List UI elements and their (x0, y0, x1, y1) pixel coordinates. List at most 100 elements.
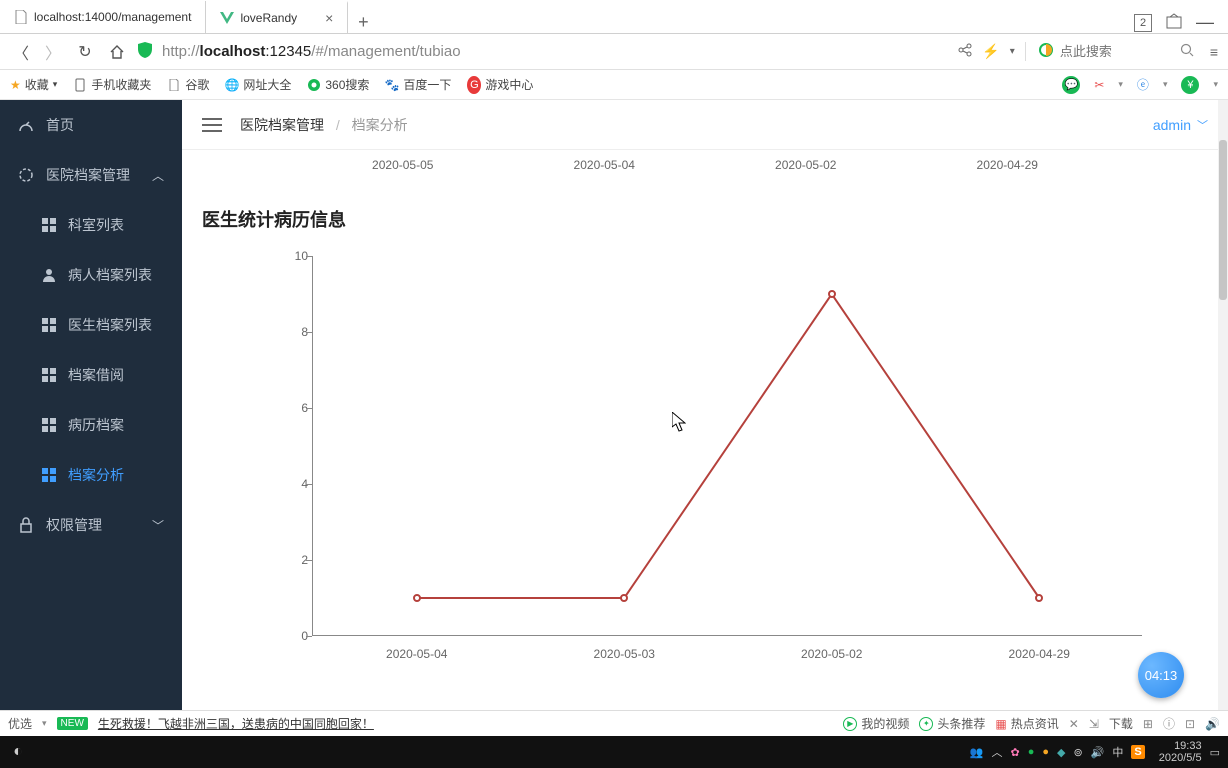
grid-icon (42, 218, 56, 232)
bookmark-favorites[interactable]: ★收藏▾ (10, 76, 57, 93)
sidebar-home[interactable]: 首页 (0, 100, 182, 150)
bookmark-games[interactable]: G游戏中心 (467, 76, 533, 93)
tray-app-icon[interactable]: ● (1042, 746, 1049, 758)
news-headline[interactable]: 生死救援！飞越非洲三国，送患病的中国同胞回家！ (98, 715, 374, 732)
status-tag[interactable]: 优选 (8, 715, 32, 732)
tray-wechat-icon[interactable]: ● (1028, 746, 1035, 758)
sidebar-group-records[interactable]: 医院档案管理 ︿ (0, 150, 182, 200)
chat-icon[interactable]: 💬 (1062, 76, 1080, 94)
tray-wifi-icon[interactable]: ⊚ (1074, 746, 1083, 759)
chevron-down-icon: ﹀ (152, 517, 164, 534)
browser-tab-0[interactable]: localhost:14000/management (0, 1, 206, 33)
browser-tabbar: localhost:14000/management loveRandy × +… (0, 0, 1228, 34)
chevron-down-icon: ﹀ (1197, 117, 1208, 133)
chart-title: 医生统计病历信息 (202, 206, 1208, 232)
vertical-scrollbar[interactable] (1218, 100, 1228, 710)
tray-sound-icon[interactable]: 🔊 (1091, 746, 1105, 759)
share-icon[interactable] (958, 43, 972, 60)
status-icon[interactable]: ✕ (1069, 717, 1079, 731)
sidebar-item-analysis[interactable]: 档案分析 (0, 450, 182, 500)
status-hotnews[interactable]: ▦热点资讯 (995, 715, 1058, 732)
sidebar-item-departments[interactable]: 科室列表 (0, 200, 182, 250)
start-button[interactable]: ◐ (0, 743, 36, 761)
line-chart: 2020-05-042020-05-032020-05-022020-04-29… (262, 244, 1202, 664)
os-taskbar: ◐ 👥 ︿ ✿ ● ● ◆ ⊚ 🔊 中 S 19:33 2020/5/5 ▭ (0, 736, 1228, 768)
reload-button[interactable]: ↻ (74, 41, 96, 63)
bookmark-google[interactable]: 谷歌 (167, 76, 209, 93)
theme-icon[interactable] (1166, 13, 1182, 32)
bookmark-mobile[interactable]: 手机收藏夹 (73, 76, 151, 93)
circle-icon (18, 167, 34, 183)
chart-point[interactable] (828, 290, 836, 298)
status-icon[interactable]: ⓘ (1163, 715, 1175, 732)
new-tab-button[interactable]: + (348, 12, 378, 33)
scissors-icon[interactable]: ✂ (1094, 78, 1104, 92)
tray-chevron-up-icon[interactable]: ︿ (992, 744, 1003, 760)
grid-icon (42, 418, 56, 432)
timer-badge[interactable]: 04:13 (1138, 652, 1184, 698)
tray-shield-icon[interactable]: ◆ (1057, 746, 1065, 759)
tab-count-badge[interactable]: 2 (1134, 14, 1152, 32)
chevron-up-icon: ︿ (152, 167, 164, 184)
chart-point[interactable] (1035, 594, 1043, 602)
status-video[interactable]: ▶我的视频 (843, 715, 909, 732)
summary-row: 2020-05-05 2020-05-04 2020-05-02 2020-04… (202, 150, 1208, 172)
download-label[interactable]: 下载 (1109, 715, 1133, 732)
sidebar-item-borrow[interactable]: 档案借阅 (0, 350, 182, 400)
tray-clock[interactable]: 19:33 2020/5/5 (1153, 740, 1202, 764)
phone-icon (73, 78, 87, 92)
menu-icon[interactable]: ≡ (1210, 44, 1218, 60)
topbar: 医院档案管理 / 档案分析 admin ﹀ (182, 100, 1228, 150)
shield-icon[interactable] (138, 42, 152, 61)
breadcrumb-current: 档案分析 (352, 117, 408, 133)
sidebar: 首页 医院档案管理 ︿ 科室列表 病人档案列表 医生档案列表 档案借阅 病历档案… (0, 100, 182, 710)
gauge-icon (18, 117, 34, 133)
summary-date: 2020-05-02 (775, 158, 836, 172)
tray-people-icon[interactable]: 👥 (970, 746, 984, 759)
search-icon[interactable] (1180, 43, 1194, 60)
tray-sogou-icon[interactable]: S (1131, 745, 1144, 759)
tray-flower-icon[interactable]: ✿ (1011, 746, 1020, 759)
address-bar: 〈 〉 ↻ http://localhost:12345/#/managemen… (0, 34, 1228, 70)
back-button[interactable]: 〈 (10, 41, 32, 63)
status-headlines[interactable]: ✦头条推荐 (919, 715, 985, 732)
bookmark-sites[interactable]: 🌐网址大全 (225, 76, 291, 93)
minimize-icon[interactable]: — (1196, 12, 1214, 33)
ie-icon[interactable]: ⓔ (1137, 76, 1149, 93)
status-icon[interactable]: ⊞ (1143, 717, 1153, 731)
chevron-down-icon[interactable]: ▾ (1010, 46, 1015, 57)
grid-icon (42, 368, 56, 382)
tray-notifications-icon[interactable]: ▭ (1210, 746, 1220, 759)
user-icon (42, 268, 56, 282)
sidebar-item-medical-records[interactable]: 病历档案 (0, 400, 182, 450)
close-icon[interactable]: × (325, 10, 333, 26)
status-icon[interactable]: ⇲ (1089, 717, 1099, 731)
status-icon[interactable]: 🔊 (1205, 717, 1220, 731)
home-button[interactable] (106, 41, 128, 63)
bookmark-baidu[interactable]: 🐾百度一下 (385, 76, 451, 93)
bookmark-360[interactable]: 360搜索 (307, 76, 369, 93)
tray-ime[interactable]: 中 (1112, 744, 1123, 760)
status-icon[interactable]: ⊡ (1185, 717, 1195, 731)
page-icon (167, 78, 181, 92)
cny-icon[interactable]: ¥ (1181, 76, 1199, 94)
paw-icon: 🐾 (385, 78, 399, 92)
summary-date: 2020-05-05 (372, 158, 433, 172)
summary-date: 2020-05-04 (574, 158, 635, 172)
browser-tab-1[interactable]: loveRandy × (206, 1, 348, 33)
url-display[interactable]: http://localhost:12345/#/management/tubi… (162, 43, 461, 60)
user-menu[interactable]: admin ﹀ (1153, 117, 1208, 133)
menu-toggle-button[interactable] (202, 118, 222, 132)
scrollbar-thumb[interactable] (1219, 140, 1227, 300)
chart-point[interactable] (413, 594, 421, 602)
bolt-icon[interactable]: ⚡ (982, 43, 999, 60)
forward-button[interactable]: 〉 (42, 41, 64, 63)
omnibox-search[interactable]: ≡ (1025, 42, 1218, 61)
sidebar-group-permissions[interactable]: 权限管理 ﹀ (0, 500, 182, 550)
search-input[interactable] (1060, 44, 1170, 59)
sidebar-item-doctor-records[interactable]: 医生档案列表 (0, 300, 182, 350)
x-axis-label: 2020-05-03 (594, 647, 655, 661)
breadcrumb-root[interactable]: 医院档案管理 (240, 117, 324, 133)
chart-point[interactable] (620, 594, 628, 602)
sidebar-item-patient-records[interactable]: 病人档案列表 (0, 250, 182, 300)
